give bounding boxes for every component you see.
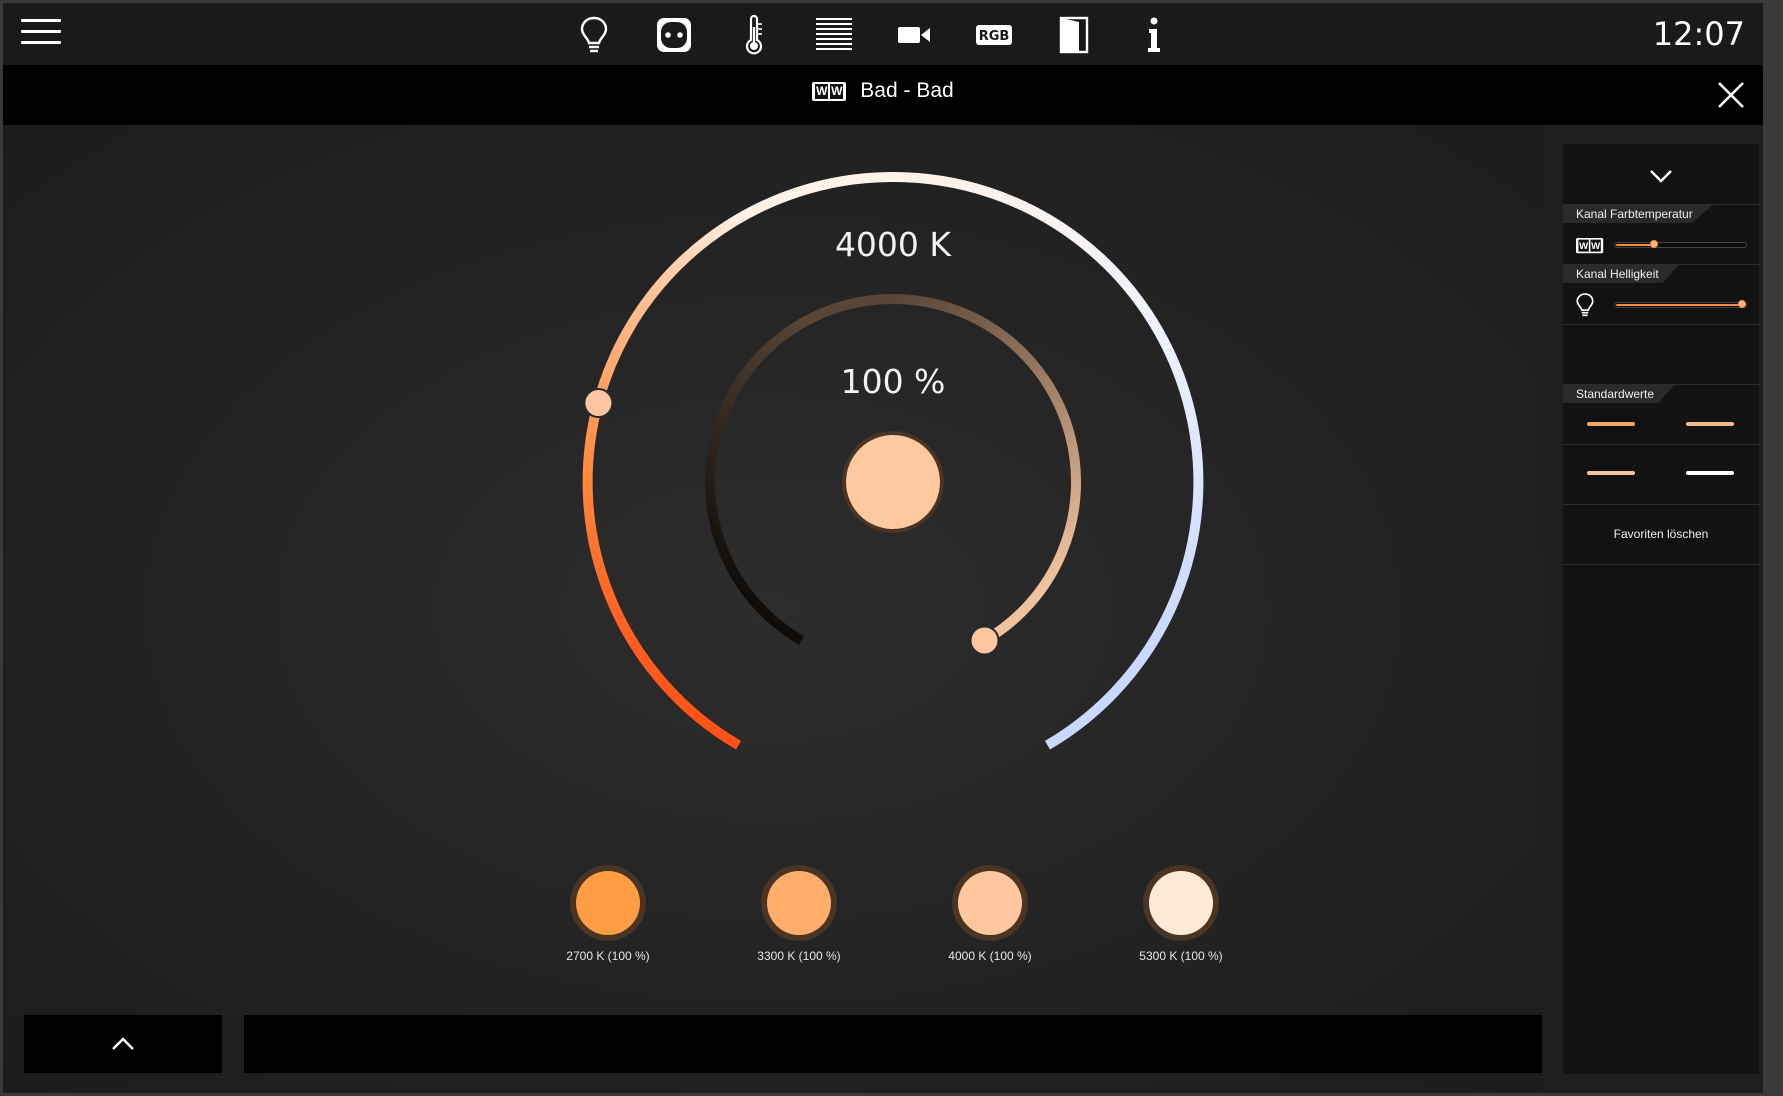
channel-brightness-row: Kanal Helligkeit	[1563, 265, 1759, 325]
app-window: RGB 12:07 WW Bad - Bad 4000 K 100 % 2700…	[3, 3, 1763, 1093]
preset-label: 4000 K (100 %)	[948, 949, 1032, 963]
preset-label: 3300 K (100 %)	[757, 949, 841, 963]
side-panel: Kanal Farbtemperatur WW Kanal Helligkeit…	[1563, 144, 1759, 1074]
category-temperature-button[interactable]	[730, 13, 778, 57]
blinds-icon	[816, 18, 852, 50]
channel-label: Kanal Farbtemperatur	[1563, 205, 1713, 223]
title-bar: WW Bad - Bad	[3, 65, 1763, 125]
category-info-button[interactable]	[1130, 13, 1178, 57]
hamburger-menu-button[interactable]	[21, 19, 61, 49]
clock: 12:07	[1652, 15, 1745, 53]
side-empty-row	[1563, 325, 1759, 385]
brightness-slider[interactable]	[1614, 300, 1747, 308]
preset-label: 2700 K (100 %)	[566, 949, 650, 963]
preset-color-dot	[767, 871, 831, 935]
thermometer-icon	[745, 15, 763, 55]
category-door-button[interactable]	[1050, 13, 1098, 57]
category-blinds-button[interactable]	[810, 13, 858, 57]
side-collapse-button[interactable]	[1563, 144, 1759, 205]
preset-color-dot	[958, 871, 1022, 935]
slider-knob[interactable]	[1738, 300, 1746, 308]
ww-icon: WW	[812, 81, 847, 101]
defaults-label: Standardwerte	[1563, 385, 1675, 403]
main-area: 4000 K 100 % 2700 K (100 %) 3300 K (100 …	[3, 125, 1543, 1093]
rgb-icon: RGB	[976, 25, 1012, 45]
temperature-value: 4000 K	[834, 225, 952, 264]
favorite-1[interactable]	[1587, 422, 1635, 426]
expand-up-button[interactable]	[24, 1015, 222, 1073]
preset-label: 5300 K (100 %)	[1139, 949, 1223, 963]
preset-5300k[interactable]: 5300 K (100 %)	[1101, 865, 1261, 963]
category-socket-button[interactable]	[650, 13, 698, 57]
page-title: Bad - Bad	[860, 79, 954, 102]
preset-color-dot	[576, 871, 640, 935]
bulb-icon	[580, 16, 608, 53]
current-color-swatch	[846, 435, 940, 529]
preset-2700k[interactable]: 2700 K (100 %)	[528, 865, 688, 963]
slider-knob[interactable]	[1649, 240, 1658, 248]
bulb-icon	[1576, 293, 1594, 317]
top-bar: RGB 12:07	[3, 3, 1763, 65]
category-light-button[interactable]	[570, 13, 618, 57]
preset-4000k[interactable]: 4000 K (100 %)	[910, 865, 1070, 963]
temperature-knob[interactable]	[583, 388, 614, 419]
category-rgb-button[interactable]: RGB	[970, 13, 1018, 57]
defaults-row: Standardwerte	[1563, 385, 1759, 445]
favorite-4[interactable]	[1686, 471, 1734, 475]
camera-icon	[898, 27, 930, 43]
channel-label: Kanal Helligkeit	[1563, 265, 1679, 283]
preset-color-dot	[1149, 871, 1213, 935]
svg-text:RGB: RGB	[979, 29, 1010, 44]
chevron-up-icon	[112, 1037, 134, 1050]
delete-favorites-button[interactable]: Favoriten löschen	[1563, 505, 1759, 565]
brightness-knob[interactable]	[969, 625, 1000, 656]
chevron-down-icon	[1650, 170, 1672, 183]
preset-3300k[interactable]: 3300 K (100 %)	[719, 865, 879, 963]
category-camera-button[interactable]	[890, 13, 938, 57]
door-icon	[1059, 16, 1089, 54]
info-icon	[1148, 17, 1160, 52]
close-button[interactable]	[1713, 77, 1749, 113]
delete-favorites-label: Favoriten löschen	[1613, 527, 1709, 541]
channel-color-temperature-row: Kanal Farbtemperatur WW	[1563, 205, 1759, 265]
favorites-row-2	[1563, 445, 1759, 505]
brightness-value: 100 %	[840, 362, 946, 401]
socket-icon	[657, 18, 691, 52]
favorite-2[interactable]	[1686, 422, 1734, 426]
favorite-3[interactable]	[1587, 471, 1635, 475]
bottom-status-bar	[244, 1015, 1542, 1073]
close-icon	[1718, 82, 1744, 108]
ww-icon: WW	[1576, 238, 1604, 254]
color-temperature-slider[interactable]	[1614, 240, 1747, 248]
